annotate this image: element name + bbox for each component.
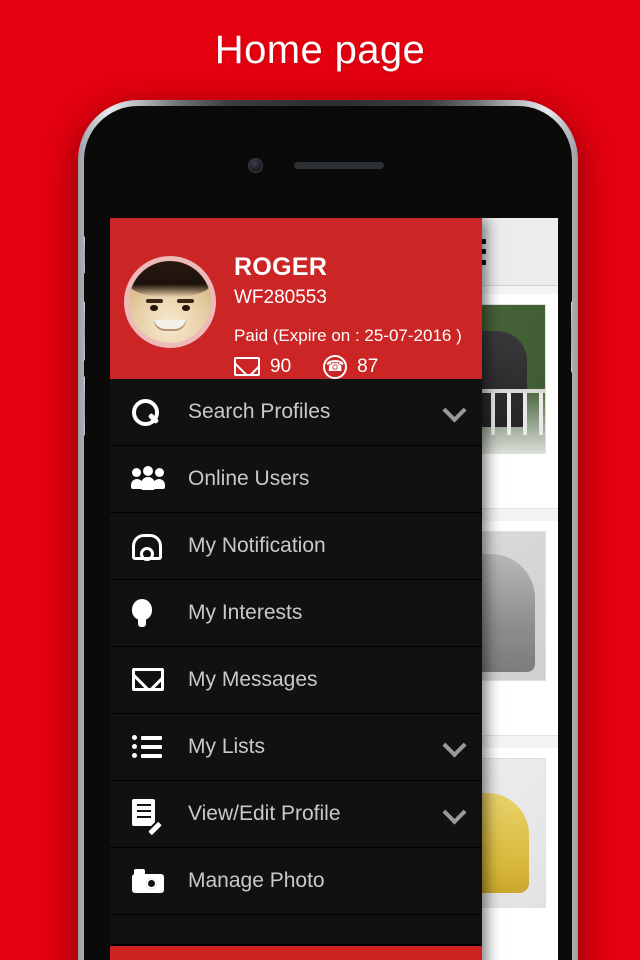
profile-stats: 90 87 (234, 354, 462, 379)
message-count: 90 (270, 355, 292, 377)
call-count-stat[interactable]: 87 (323, 354, 379, 379)
list-icon (132, 734, 174, 758)
volume-down-button[interactable] (84, 376, 85, 436)
profile-info: ROGER WF280553 Paid (Expire on : 25-07-2… (216, 246, 462, 379)
users-icon (131, 465, 174, 490)
menu-label: Manage Photo (188, 868, 325, 892)
menu-item-search-profiles[interactable]: Search Profiles (110, 378, 482, 446)
menu-item-view-edit-profile[interactable]: View/Edit Profile (110, 780, 482, 848)
front-camera-icon (248, 158, 263, 173)
menu-label: View/Edit Profile (188, 801, 341, 825)
bulb-icon (132, 598, 174, 627)
chevron-down-icon[interactable] (444, 737, 464, 757)
mail-icon (234, 357, 260, 376)
exit-button[interactable]: EXIT (110, 944, 482, 960)
phone-screen: wayto Shortlist Shortlist (110, 218, 558, 960)
menu-item-online-users[interactable]: Online Users (110, 445, 482, 513)
chevron-down-icon[interactable] (444, 804, 464, 824)
menu-label: My Lists (188, 734, 266, 758)
call-count: 87 (357, 355, 379, 377)
menu-label: My Interests (188, 600, 303, 624)
menu-label: My Messages (188, 667, 318, 691)
menu-label: My Notification (188, 533, 326, 557)
profile-name: ROGER (234, 253, 328, 281)
message-count-stat[interactable]: 90 (234, 356, 291, 378)
menu-item-manage-photo[interactable]: Manage Photo (110, 847, 482, 915)
edit-document-icon (132, 798, 174, 835)
menu-label: Online Users (188, 466, 310, 490)
mute-switch-button[interactable] (84, 236, 85, 274)
earpiece-speaker (294, 162, 384, 169)
page-title: Home page (214, 28, 426, 72)
phone-body: wayto Shortlist Shortlist (84, 106, 572, 960)
menu-item-my-interests[interactable]: My Interests (110, 579, 482, 647)
menu-item-my-messages[interactable]: My Messages (110, 646, 482, 714)
profile-header[interactable]: ROGER WF280553 Paid (Expire on : 25-07-2… (110, 218, 482, 379)
camera-icon (132, 868, 174, 893)
phone-icon (323, 354, 348, 379)
power-button[interactable] (571, 301, 572, 373)
phone-mockup: wayto Shortlist Shortlist (78, 100, 578, 960)
search-icon (132, 398, 174, 426)
profile-member-id: WF280553 (234, 286, 327, 308)
avatar[interactable] (124, 256, 216, 348)
navigation-drawer: ROGER WF280553 Paid (Expire on : 25-07-2… (110, 218, 482, 960)
envelope-icon (132, 668, 174, 691)
chevron-down-icon[interactable] (444, 402, 464, 422)
menu-label: Search Profiles (188, 399, 331, 423)
bell-icon (132, 532, 174, 561)
menu-item-my-lists[interactable]: My Lists (110, 713, 482, 781)
menu-item-my-notification[interactable]: My Notification (110, 512, 482, 580)
volume-up-button[interactable] (84, 301, 85, 361)
avatar-photo (129, 261, 211, 343)
drawer-menu: Search Profiles Online Users My Notifica… (110, 378, 482, 944)
plan-status: Paid (Expire on : 25-07-2016 ) (234, 325, 462, 345)
